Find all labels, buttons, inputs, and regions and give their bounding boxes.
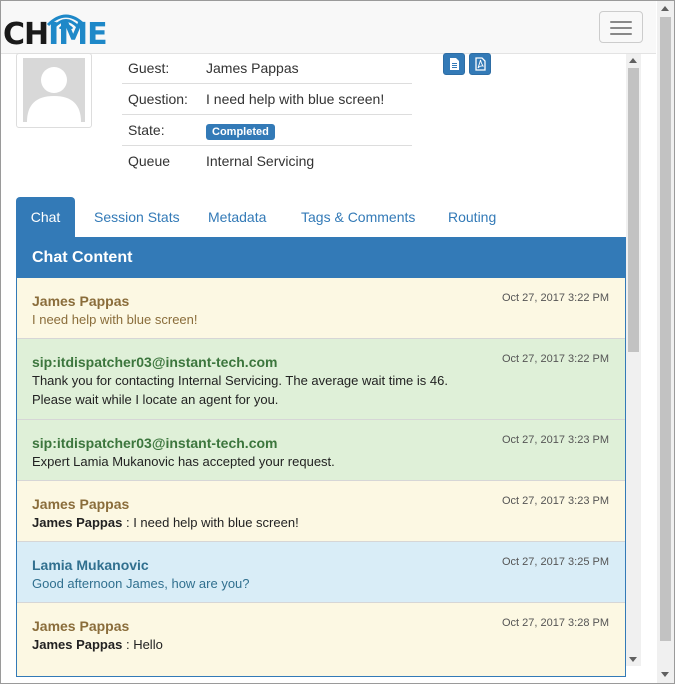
- export-document-button[interactable]: [443, 53, 465, 75]
- question-text: I need help with blue screen!: [206, 91, 385, 107]
- hamburger-menu-icon: [610, 21, 632, 23]
- tab-session-stats[interactable]: Session Stats: [94, 197, 180, 237]
- scroll-up-icon[interactable]: [661, 6, 669, 11]
- message-timestamp: Oct 27, 2017 3:22 PM: [501, 353, 609, 365]
- logo-text: CHIME: [3, 17, 108, 52]
- info-label: Queue: [128, 153, 171, 169]
- panel-title: Chat Content: [17, 238, 625, 278]
- message-separator: :: [122, 515, 134, 530]
- message-timestamp: Oct 27, 2017 3:22 PM: [501, 292, 609, 304]
- message-text: James Pappas : I need help with blue scr…: [32, 513, 610, 532]
- message-text: Expert Lamia Mukanovic has accepted your…: [32, 454, 335, 469]
- page-scrollbar[interactable]: [657, 1, 674, 683]
- page-scrollbar-thumb[interactable]: [660, 17, 671, 641]
- avatar: [16, 53, 92, 128]
- pdf-icon: [475, 57, 486, 71]
- scroll-down-icon[interactable]: [629, 657, 637, 662]
- info-row-queue: Queue Internal Servicing: [122, 146, 412, 176]
- chat-message: Oct 27, 2017 3:25 PM Lamia Mukanovic Goo…: [17, 542, 625, 603]
- message-prefix: James Pappas: [32, 515, 123, 530]
- chat-message: Oct 27, 2017 3:22 PM James Pappas I need…: [17, 278, 625, 339]
- tab-routing[interactable]: Routing: [448, 197, 496, 237]
- message-text: Thank you for contacting Internal Servic…: [32, 373, 448, 388]
- chat-message: Oct 27, 2017 3:28 PM James Pappas James …: [17, 603, 625, 676]
- info-label: State:: [128, 122, 165, 138]
- tab-bar: Chat Session Stats Metadata Tags & Comme…: [16, 197, 626, 237]
- info-label: Guest:: [128, 60, 170, 76]
- scroll-up-icon[interactable]: [629, 58, 637, 63]
- message-body: I need help with blue screen!: [133, 515, 299, 530]
- chime-logo[interactable]: CHIME: [3, 10, 113, 50]
- user-silhouette-icon: [23, 58, 85, 122]
- tab-tags-comments[interactable]: Tags & Comments: [301, 197, 415, 237]
- hamburger-line: [610, 27, 632, 29]
- guest-name: James Pappas: [206, 60, 299, 76]
- tab-chat[interactable]: Chat: [16, 197, 75, 237]
- chat-content-panel: Chat Content Oct 27, 2017 3:22 PM James …: [16, 237, 626, 677]
- chat-message: Oct 27, 2017 3:22 PM sip:itdispatcher03@…: [17, 339, 625, 420]
- info-label: Question:: [128, 91, 188, 107]
- queue-name: Internal Servicing: [206, 153, 315, 169]
- scroll-down-icon[interactable]: [661, 672, 669, 677]
- message-prefix: James Pappas: [32, 637, 123, 652]
- export-pdf-button[interactable]: [469, 53, 491, 75]
- message-timestamp: Oct 27, 2017 3:28 PM: [501, 617, 609, 629]
- message-text: Please wait while I locate an agent for …: [32, 392, 279, 407]
- info-row-question: Question: I need help with blue screen!: [122, 84, 412, 115]
- hamburger-menu-button[interactable]: [599, 11, 643, 43]
- message-timestamp: Oct 27, 2017 3:23 PM: [501, 434, 609, 446]
- message-text: Good afternoon James, how are you?: [32, 576, 250, 591]
- message-separator: :: [122, 637, 134, 652]
- content-scrollbar[interactable]: [626, 54, 641, 666]
- message-body: Hello: [133, 637, 163, 652]
- info-row-guest: Guest: James Pappas: [122, 53, 412, 84]
- hamburger-line: [610, 33, 632, 35]
- content-scrollbar-thumb[interactable]: [628, 68, 639, 352]
- top-navbar: CHIME: [1, 1, 656, 54]
- info-row-state: State: Completed: [122, 115, 412, 146]
- chat-message: Oct 27, 2017 3:23 PM James Pappas James …: [17, 481, 625, 542]
- status-badge: Completed: [206, 124, 275, 140]
- message-text: I need help with blue screen!: [32, 312, 198, 327]
- chat-message: Oct 27, 2017 3:23 PM sip:itdispatcher03@…: [17, 420, 625, 481]
- message-text: James Pappas : Hello: [32, 635, 610, 654]
- tab-metadata[interactable]: Metadata: [208, 197, 266, 237]
- session-info-table: Guest: James Pappas Question: I need hel…: [122, 53, 412, 176]
- message-timestamp: Oct 27, 2017 3:25 PM: [501, 556, 609, 568]
- message-timestamp: Oct 27, 2017 3:23 PM: [501, 495, 609, 507]
- document-icon: [450, 58, 459, 70]
